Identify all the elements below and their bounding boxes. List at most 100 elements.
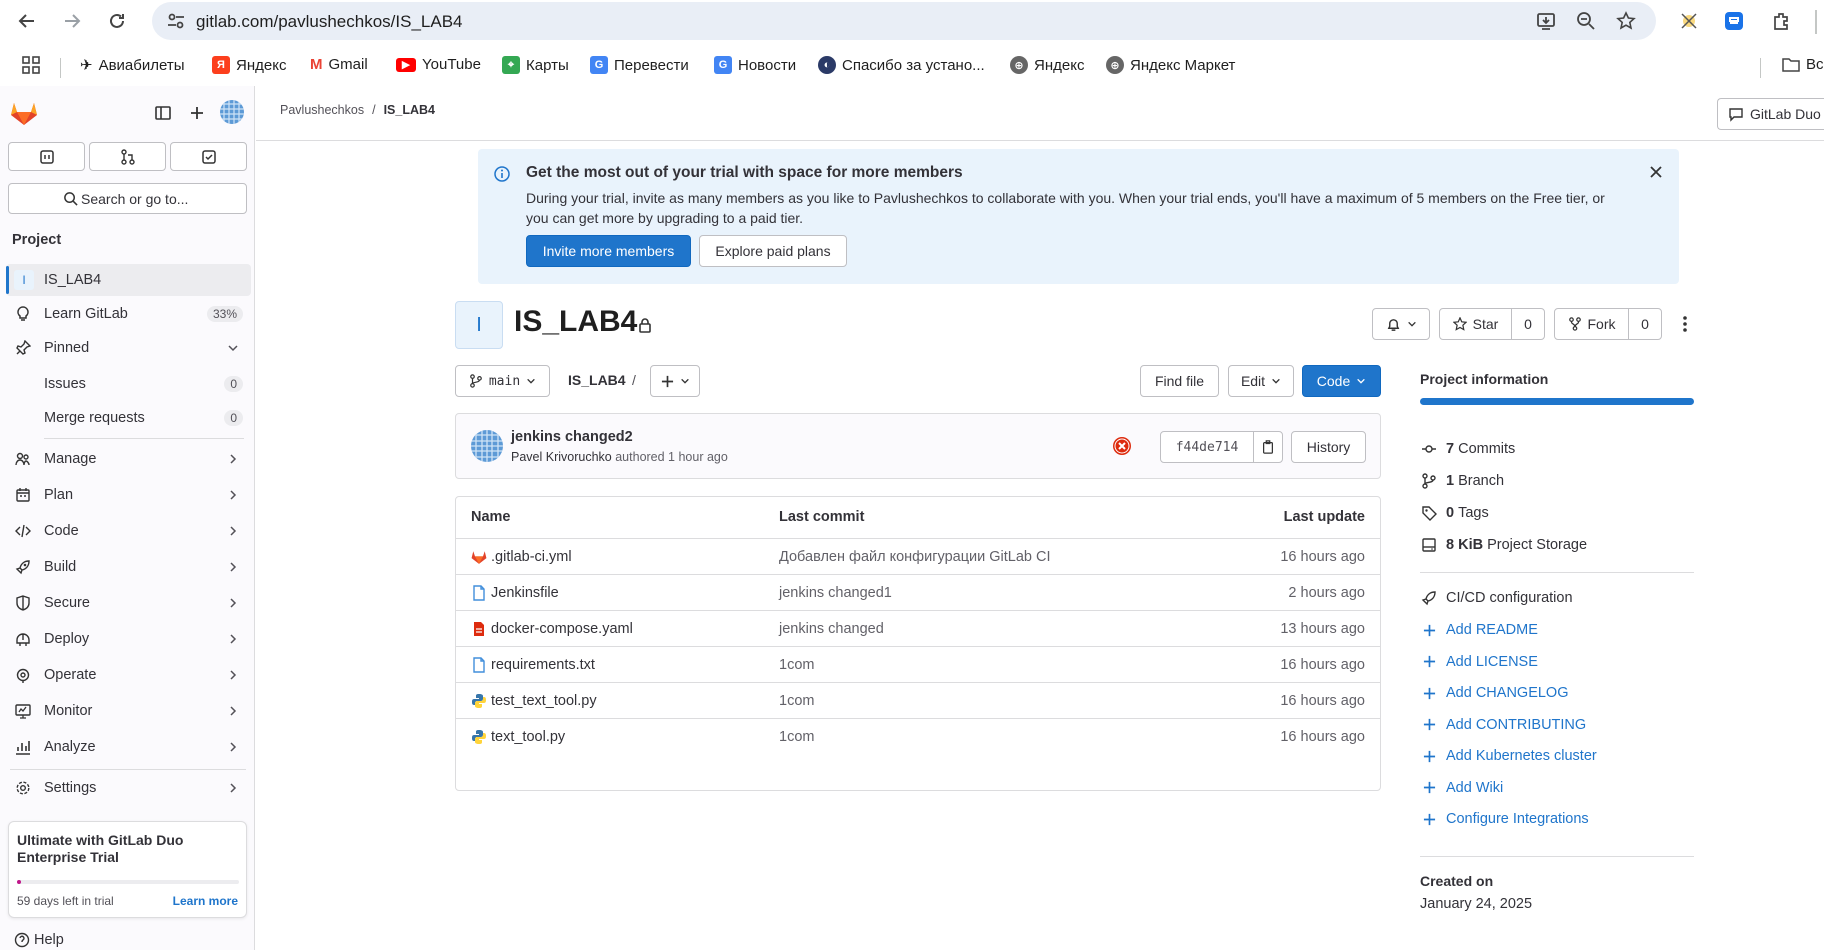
table-row[interactable]: requirements.txt 1com 16 hours ago (455, 646, 1381, 682)
add-to-tree-button[interactable] (650, 365, 700, 397)
add-link[interactable]: Add CONTRIBUTING (1420, 717, 1586, 733)
user-avatar[interactable] (220, 100, 244, 124)
commit-title[interactable]: jenkins changed2 (511, 429, 633, 445)
sidebar-item-build[interactable]: Build (0, 551, 255, 583)
sidebar-item-analyze[interactable]: Analyze (0, 731, 255, 763)
apps-grid-icon[interactable] (22, 56, 40, 74)
sidebar-item-plan[interactable]: Plan (0, 479, 255, 511)
bookmark-item[interactable]: ✈ Авиабилеты (80, 56, 185, 75)
commits-link[interactable]: 7 Commits (1420, 441, 1515, 457)
search-input[interactable]: Search or go to... (8, 183, 247, 214)
todo-button[interactable] (170, 142, 247, 171)
commit-sha[interactable]: f44de714 (1160, 431, 1254, 463)
tags-link[interactable]: 0 Tags (1420, 505, 1489, 521)
forward-icon[interactable] (57, 6, 87, 36)
bookmark-item[interactable]: G Перевести (590, 56, 689, 74)
star-count[interactable]: 0 (1511, 308, 1545, 340)
bookmark-item[interactable]: Я Яндекс (212, 56, 286, 74)
table-row[interactable]: docker-compose.yaml jenkins changed 13 hou… (455, 610, 1381, 646)
find-file-button[interactable]: Find file (1140, 365, 1219, 397)
add-link[interactable]: Add Kubernetes cluster (1420, 748, 1597, 764)
create-new-icon[interactable] (188, 104, 206, 122)
gitlab-duo-button[interactable]: GitLab Duo (1717, 98, 1824, 130)
file-name-link[interactable]: requirements.txt (491, 657, 595, 673)
bookmark-item[interactable]: ▶ YouTube (396, 56, 481, 73)
file-last-commit-link[interactable]: 1com (779, 729, 814, 745)
copy-sha-button[interactable] (1253, 431, 1283, 463)
trial-learn-more-link[interactable]: Learn more (173, 894, 238, 908)
author-avatar[interactable] (471, 430, 503, 462)
sidebar-item-project[interactable]: I IS_LAB4 (6, 264, 251, 296)
assigned-issues-button[interactable] (8, 142, 85, 171)
add-link[interactable]: Add LICENSE (1420, 654, 1538, 670)
branch-selector[interactable]: main (455, 365, 550, 397)
breadcrumb-group[interactable]: Pavlushechkos (280, 103, 364, 117)
bookmark-item[interactable]: M Gmail (310, 56, 368, 73)
notifications-button[interactable] (1372, 308, 1430, 340)
table-row[interactable]: Jenkinsfile jenkins changed1 2 hours ago (455, 574, 1381, 610)
file-last-commit-link[interactable]: jenkins changed1 (779, 585, 892, 601)
repo-path[interactable]: IS_LAB4 (568, 372, 626, 388)
bookmark-item[interactable]: ◐ Спасибо за устано... (818, 56, 985, 74)
reload-icon[interactable] (102, 6, 132, 36)
sidebar-item-code[interactable]: Code (0, 515, 255, 547)
add-link[interactable]: Add Wiki (1420, 780, 1503, 796)
sidebar-item-pinned[interactable]: Pinned (0, 332, 255, 364)
extensions-puzzle-icon[interactable] (1766, 6, 1796, 36)
commit-author[interactable]: Pavel Krivoruchko (511, 450, 612, 464)
file-name-link[interactable]: Jenkinsfile (491, 585, 559, 601)
extension-icon[interactable] (1674, 6, 1704, 36)
code-dropdown-button[interactable]: Code (1302, 365, 1381, 397)
sidebar-item-issues[interactable]: Issues 0 (0, 368, 255, 400)
add-link[interactable]: Add README (1420, 622, 1538, 638)
bookmark-item[interactable]: G Новости (714, 56, 796, 74)
storage-link[interactable]: 8 KiB Project Storage (1420, 537, 1587, 553)
sidebar-toggle-icon[interactable] (154, 104, 172, 122)
cicd-configuration-link[interactable]: CI/CD configuration (1420, 590, 1573, 606)
table-row[interactable]: .gitlab-ci.yml Добавлен файл конфигурации… (455, 538, 1381, 574)
file-last-commit-link[interactable]: 1com (779, 693, 814, 709)
table-row[interactable]: test_text_tool.py 1com 16 hours ago (455, 682, 1381, 718)
invite-members-button[interactable]: Invite more members (526, 235, 691, 267)
file-name-link[interactable]: test_text_tool.py (491, 693, 597, 709)
sidebar-item-operate[interactable]: Operate (0, 659, 255, 691)
sidebar-item-merge-requests[interactable]: Merge requests 0 (0, 402, 255, 434)
bookmark-item[interactable]: ⊕ Яндекс (1010, 56, 1084, 74)
add-link[interactable]: Add CHANGELOG (1420, 685, 1569, 701)
file-last-commit-link[interactable]: Добавлен файл конфигурации GitLab CI (779, 549, 1051, 565)
sidebar-item-manage[interactable]: Manage (0, 443, 255, 475)
edit-dropdown-button[interactable]: Edit (1228, 365, 1294, 397)
bookmark-item[interactable]: ⌖ Карты (502, 56, 569, 74)
sidebar-item-monitor[interactable]: Monitor (0, 695, 255, 727)
gitlab-logo-icon[interactable] (10, 100, 38, 126)
pipeline-failed-icon[interactable] (1112, 436, 1132, 456)
install-app-icon[interactable] (1536, 11, 1556, 31)
fork-button[interactable]: Fork (1554, 308, 1629, 340)
sidebar-item-secure[interactable]: Secure (0, 587, 255, 619)
file-last-commit-link[interactable]: 1com (779, 657, 814, 673)
merge-requests-button[interactable] (89, 142, 166, 171)
close-icon[interactable] (1649, 165, 1663, 179)
fork-count[interactable]: 0 (1628, 308, 1662, 340)
breadcrumb-project[interactable]: IS_LAB4 (384, 103, 435, 117)
site-settings-icon[interactable] (166, 11, 186, 31)
address-bar[interactable]: gitlab.com/pavlushechkos/IS_LAB4 (152, 2, 1656, 40)
bookmark-star-icon[interactable] (1616, 11, 1636, 31)
back-icon[interactable] (12, 6, 42, 36)
add-link[interactable]: Configure Integrations (1420, 811, 1589, 827)
bookmark-folder[interactable]: Вс (1782, 56, 1824, 73)
file-name-link[interactable]: docker-compose.yaml (491, 621, 633, 637)
zoom-icon[interactable] (1576, 11, 1596, 31)
star-button[interactable]: Star (1439, 308, 1512, 340)
help-button[interactable]: Help (14, 932, 64, 948)
more-actions-icon[interactable] (1679, 315, 1691, 333)
table-row[interactable]: text_tool.py 1com 16 hours ago (455, 718, 1381, 754)
extension-blue-icon[interactable] (1719, 6, 1749, 36)
sidebar-item-learn-gitlab[interactable]: Learn GitLab 33% (0, 298, 255, 330)
bookmark-item[interactable]: ⊕ Яндекс Маркет (1106, 56, 1235, 74)
file-last-commit-link[interactable]: jenkins changed (779, 621, 884, 637)
file-name-link[interactable]: .gitlab-ci.yml (491, 549, 572, 565)
explore-plans-button[interactable]: Explore paid plans (699, 235, 847, 267)
sidebar-item-deploy[interactable]: Deploy (0, 623, 255, 655)
branches-link[interactable]: 1 Branch (1420, 473, 1504, 489)
